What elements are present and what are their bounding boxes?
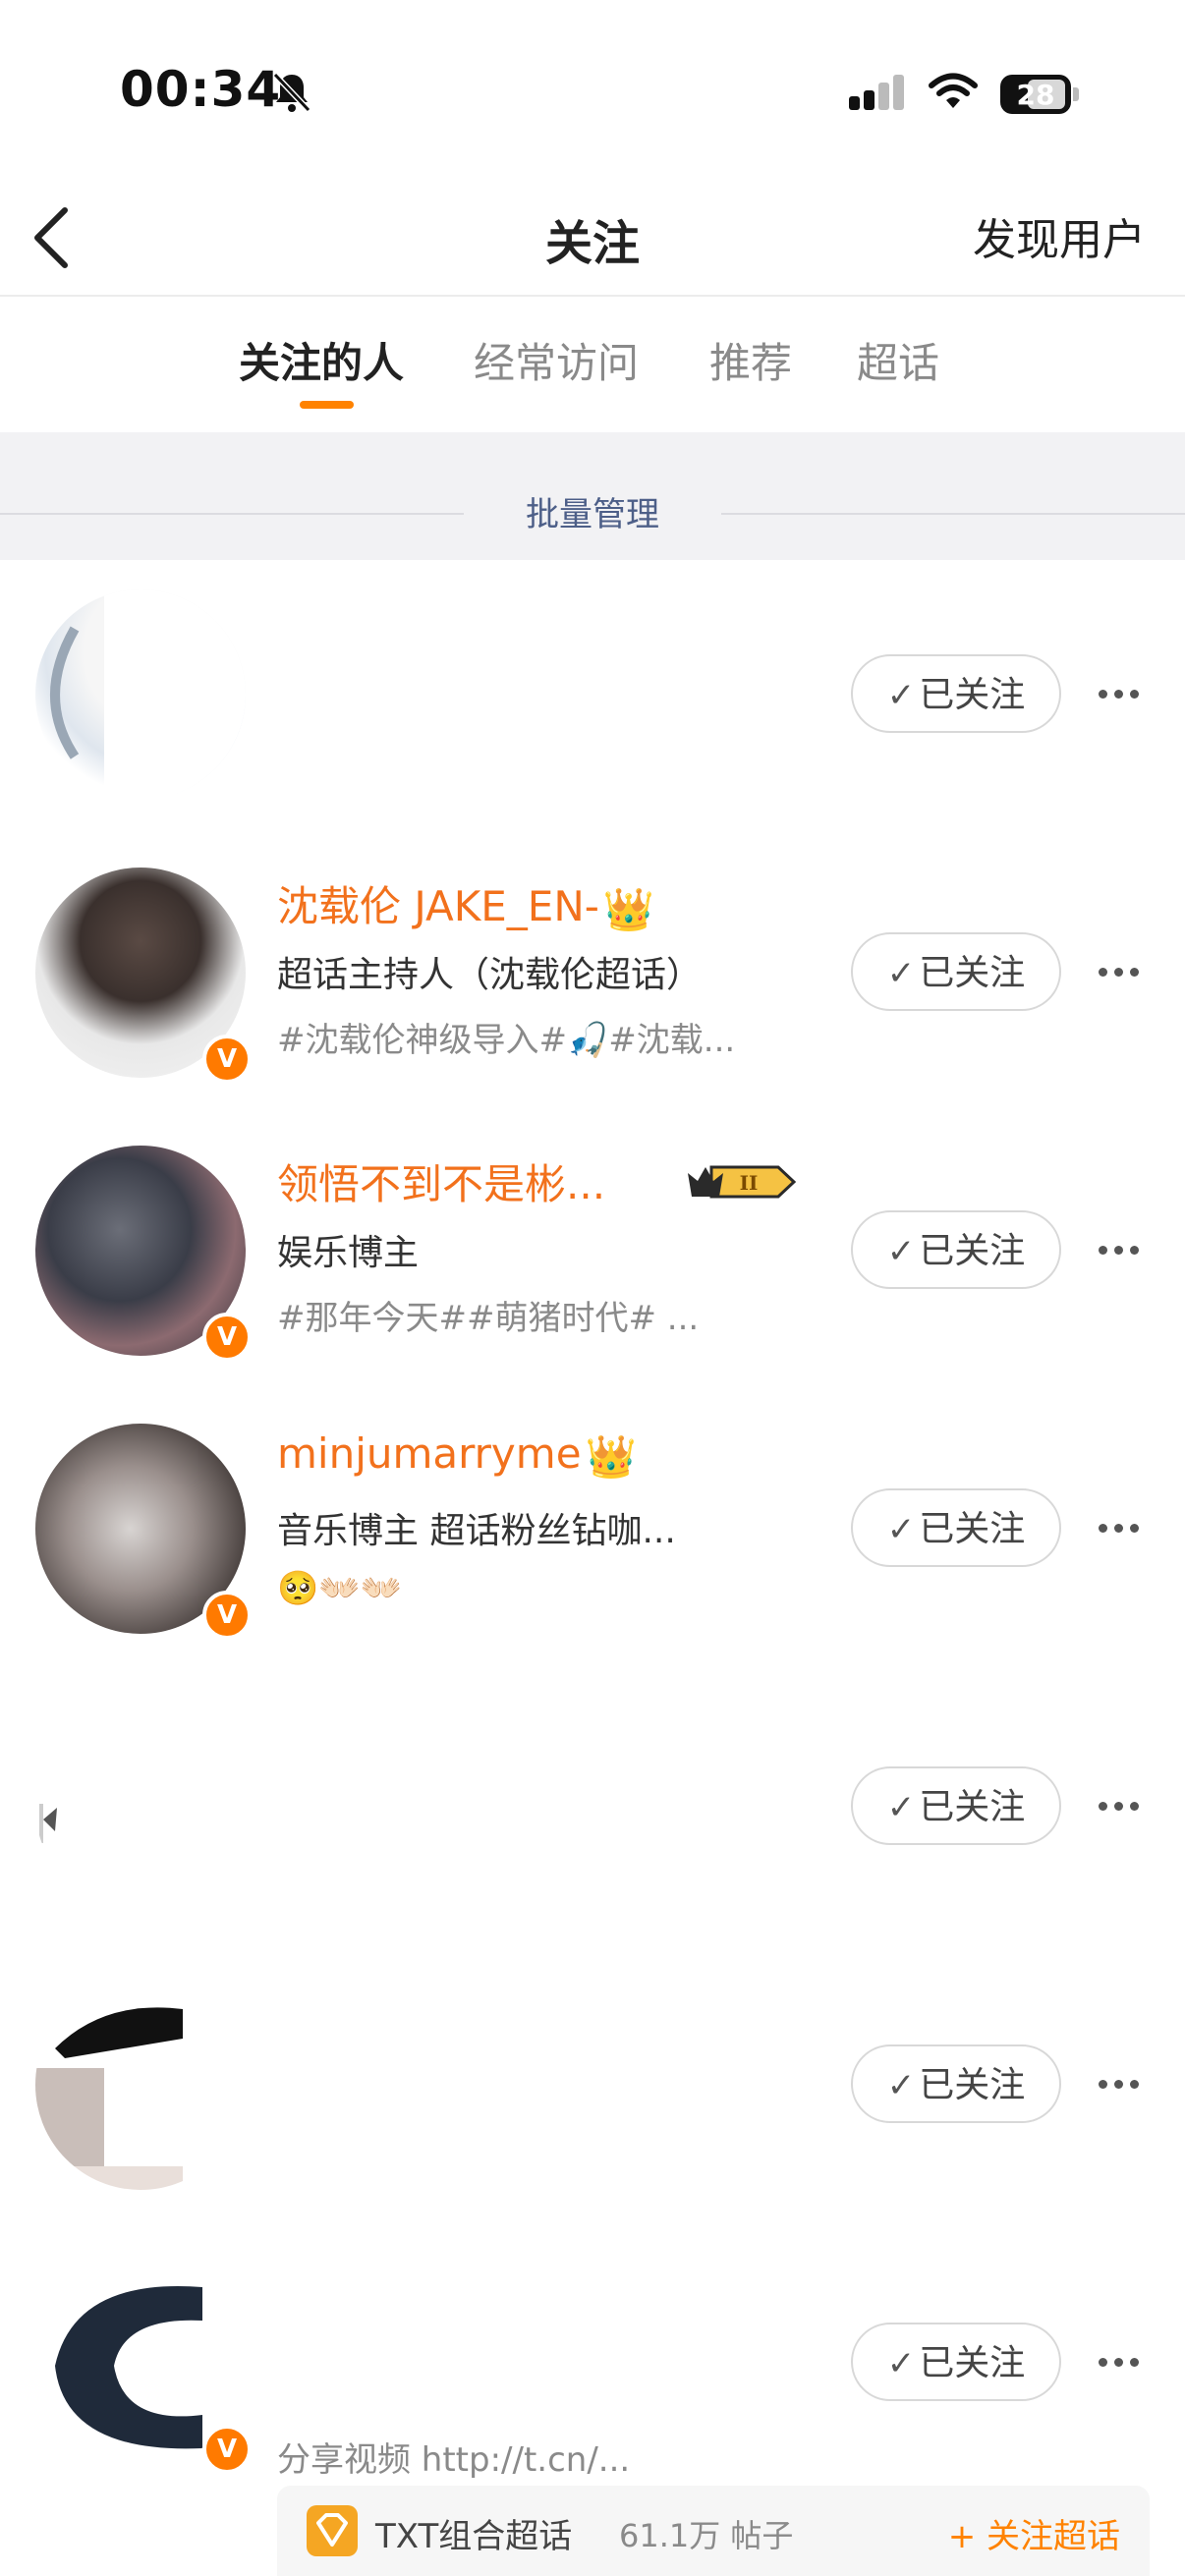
tab-bar: 关注的人 经常访问 推荐 超话 [0,297,1185,432]
svg-text:II: II [740,1171,759,1195]
list-item[interactable]: ✓ 已关注 [0,1950,1185,2230]
list-item[interactable]: V minjumarryme👑 音乐博主 超话粉丝钻咖... 🥺👐🏻👐🏻 ✓ 已关… [0,1394,1185,1674]
more-options-icon[interactable] [1099,1236,1148,1265]
nav-bar: 关注 发现用户 [0,187,1185,295]
batch-manage-button[interactable]: 批量管理 [464,487,721,535]
check-icon: ✓ [886,2066,916,2105]
more-options-icon[interactable] [1099,1514,1148,1543]
more-options-icon[interactable] [1099,2070,1148,2100]
following-button[interactable]: ✓ 已关注 [851,932,1061,1011]
supertopic-title: TXT组合超话 [375,2517,573,2556]
supertopic-post-count: 61.1万 帖子 [619,2517,794,2554]
wifi-icon [929,73,978,108]
following-button[interactable]: ✓ 已关注 [851,2044,1061,2123]
verified-badge-icon: V [202,1035,252,1084]
following-label: 已关注 [919,1509,1026,1549]
user-description: 娱乐博主 [277,1233,420,1273]
status-bar: 00:34 28 [0,0,1185,187]
user-name[interactable]: minjumarryme👑 [277,1429,637,1482]
tab-supertopic[interactable]: 超话 [857,330,939,390]
crown-icon: 👑 [585,1431,637,1481]
following-button[interactable]: ✓ 已关注 [851,1766,1061,1845]
check-icon: ✓ [886,2344,916,2383]
verified-badge-icon: V [202,1591,252,1640]
list-item[interactable]: V 领悟不到不是彬... II 娱乐博主 #那年今天##萌猪时代# ... ✓ 已… [0,1116,1185,1396]
battery-icon: 28 [1000,75,1071,114]
following-label: 已关注 [919,2065,1026,2105]
tab-active-indicator [300,401,354,409]
crown-icon: 👑 [602,884,655,933]
user-name[interactable]: 沈载伦 JAKE_EN-👑 [277,873,654,934]
following-button[interactable]: ✓ 已关注 [851,1488,1061,1567]
user-tags[interactable]: 分享视频 http://t.cn/... [277,2433,630,2481]
following-label: 已关注 [919,2343,1026,2383]
list-item[interactable]: V 分享视频 http://t.cn/... ✓ 已关注 [0,2228,1185,2506]
check-icon: ✓ [886,1232,916,1271]
tab-following[interactable]: 关注的人 [239,330,404,390]
list-item[interactable]: ✓ 已关注 [0,560,1185,840]
following-button[interactable]: ✓ 已关注 [851,1210,1061,1289]
check-icon: ✓ [886,954,916,993]
check-icon: ✓ [886,1510,916,1549]
user-tags[interactable]: #那年今天##萌猪时代# ... [277,1291,699,1339]
following-label: 已关注 [919,675,1026,715]
following-label: 已关注 [919,1787,1026,1827]
list-item[interactable]: V 沈载伦 JAKE_EN-👑 超话主持人（沈载伦超话） #沈载伦神级导入#🎣#… [0,838,1185,1118]
user-description: 音乐博主 超话粉丝钻咖... [277,1511,676,1551]
tab-frequent[interactable]: 经常访问 [474,330,639,390]
more-options-icon[interactable] [1099,680,1148,709]
verified-badge-icon: V [202,2425,252,2474]
follow-supertopic-button[interactable]: + 关注超话 [948,2509,1120,2557]
more-options-icon[interactable] [1099,958,1148,987]
more-options-icon[interactable] [1099,1792,1148,1821]
battery-level: 28 [1016,79,1055,111]
level-badge-icon: II [688,1165,797,1199]
following-label: 已关注 [919,1231,1026,1271]
supertopic-diamond-icon [307,2505,358,2556]
more-options-icon[interactable] [1099,2348,1148,2378]
following-button[interactable]: ✓ 已关注 [851,654,1061,733]
discover-users-button[interactable]: 发现用户 [973,204,1146,267]
user-description: 超话主持人（沈载伦超话） [277,955,703,995]
tab-recommended[interactable]: 推荐 [709,330,792,390]
bell-muted-icon [272,72,311,113]
avatar[interactable] [35,1980,246,2190]
check-icon: ✓ [886,676,916,715]
avatar[interactable] [35,1702,246,1912]
user-tags[interactable]: 🥺👐🏻👐🏻 [277,1569,402,1608]
following-button[interactable]: ✓ 已关注 [851,2323,1061,2401]
user-name[interactable]: 领悟不到不是彬... [277,1151,605,1211]
clock: 00:34 [120,61,282,118]
user-tags[interactable]: #沈载伦神级导入#🎣#沈载... [277,1013,735,1061]
following-label: 已关注 [919,953,1026,993]
check-icon: ✓ [886,1788,916,1827]
supertopic-bar[interactable]: TXT组合超话 61.1万 帖子 + 关注超话 [277,2486,1150,2576]
list-item[interactable]: ✓ 已关注 [0,1672,1185,1952]
avatar[interactable] [35,589,246,800]
verified-badge-icon: V [202,1313,252,1362]
